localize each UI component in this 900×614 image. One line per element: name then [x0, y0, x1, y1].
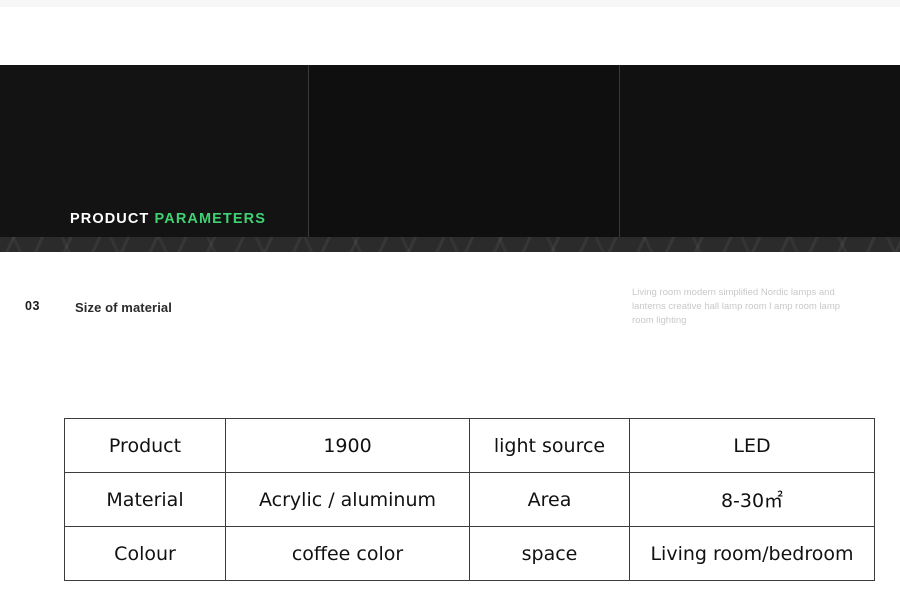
- banner-panel-right: [620, 65, 900, 252]
- spec-label: Product: [64, 418, 226, 473]
- specification-table-body: Product 1900 light source LED Material A…: [64, 418, 875, 581]
- spec-label: Colour: [64, 526, 226, 581]
- section-index: 03: [25, 299, 41, 313]
- banner-title-accent: PARAMETERS: [154, 211, 266, 227]
- spec-label: space: [469, 526, 630, 581]
- banner-divider-right: [619, 65, 620, 252]
- banner-divider-left: [308, 65, 309, 252]
- section-title: Size of material: [75, 300, 172, 315]
- banner-panel-middle: [309, 65, 619, 252]
- banner-title-primary: PRODUCT: [70, 211, 150, 227]
- spec-label: Material: [64, 472, 226, 527]
- table-row: Material Acrylic / aluminum Area 8-30㎡: [64, 472, 875, 527]
- spec-value: LED: [629, 418, 875, 473]
- spec-value: coffee color: [225, 526, 470, 581]
- table-row: Colour coffee color space Living room/be…: [64, 526, 875, 581]
- banner-title: PRODUCT PARAMETERS: [70, 212, 266, 227]
- top-strip: [0, 0, 900, 7]
- spec-value: 1900: [225, 418, 470, 473]
- banner-texture-strip: [0, 237, 900, 252]
- product-parameters-banner: PRODUCT PARAMETERS A living room Bedroom…: [0, 65, 900, 252]
- table-row: Product 1900 light source LED: [64, 418, 875, 473]
- specification-table: Product 1900 light source LED Material A…: [64, 418, 875, 581]
- spec-label: Area: [469, 472, 630, 527]
- spec-value: Living room/bedroom: [629, 526, 875, 581]
- spec-value: Acrylic / aluminum: [225, 472, 470, 527]
- spec-value: 8-30㎡: [629, 472, 875, 527]
- spec-label: light source: [469, 418, 630, 473]
- section-description: Living room modern simplified Nordic lam…: [632, 287, 841, 326]
